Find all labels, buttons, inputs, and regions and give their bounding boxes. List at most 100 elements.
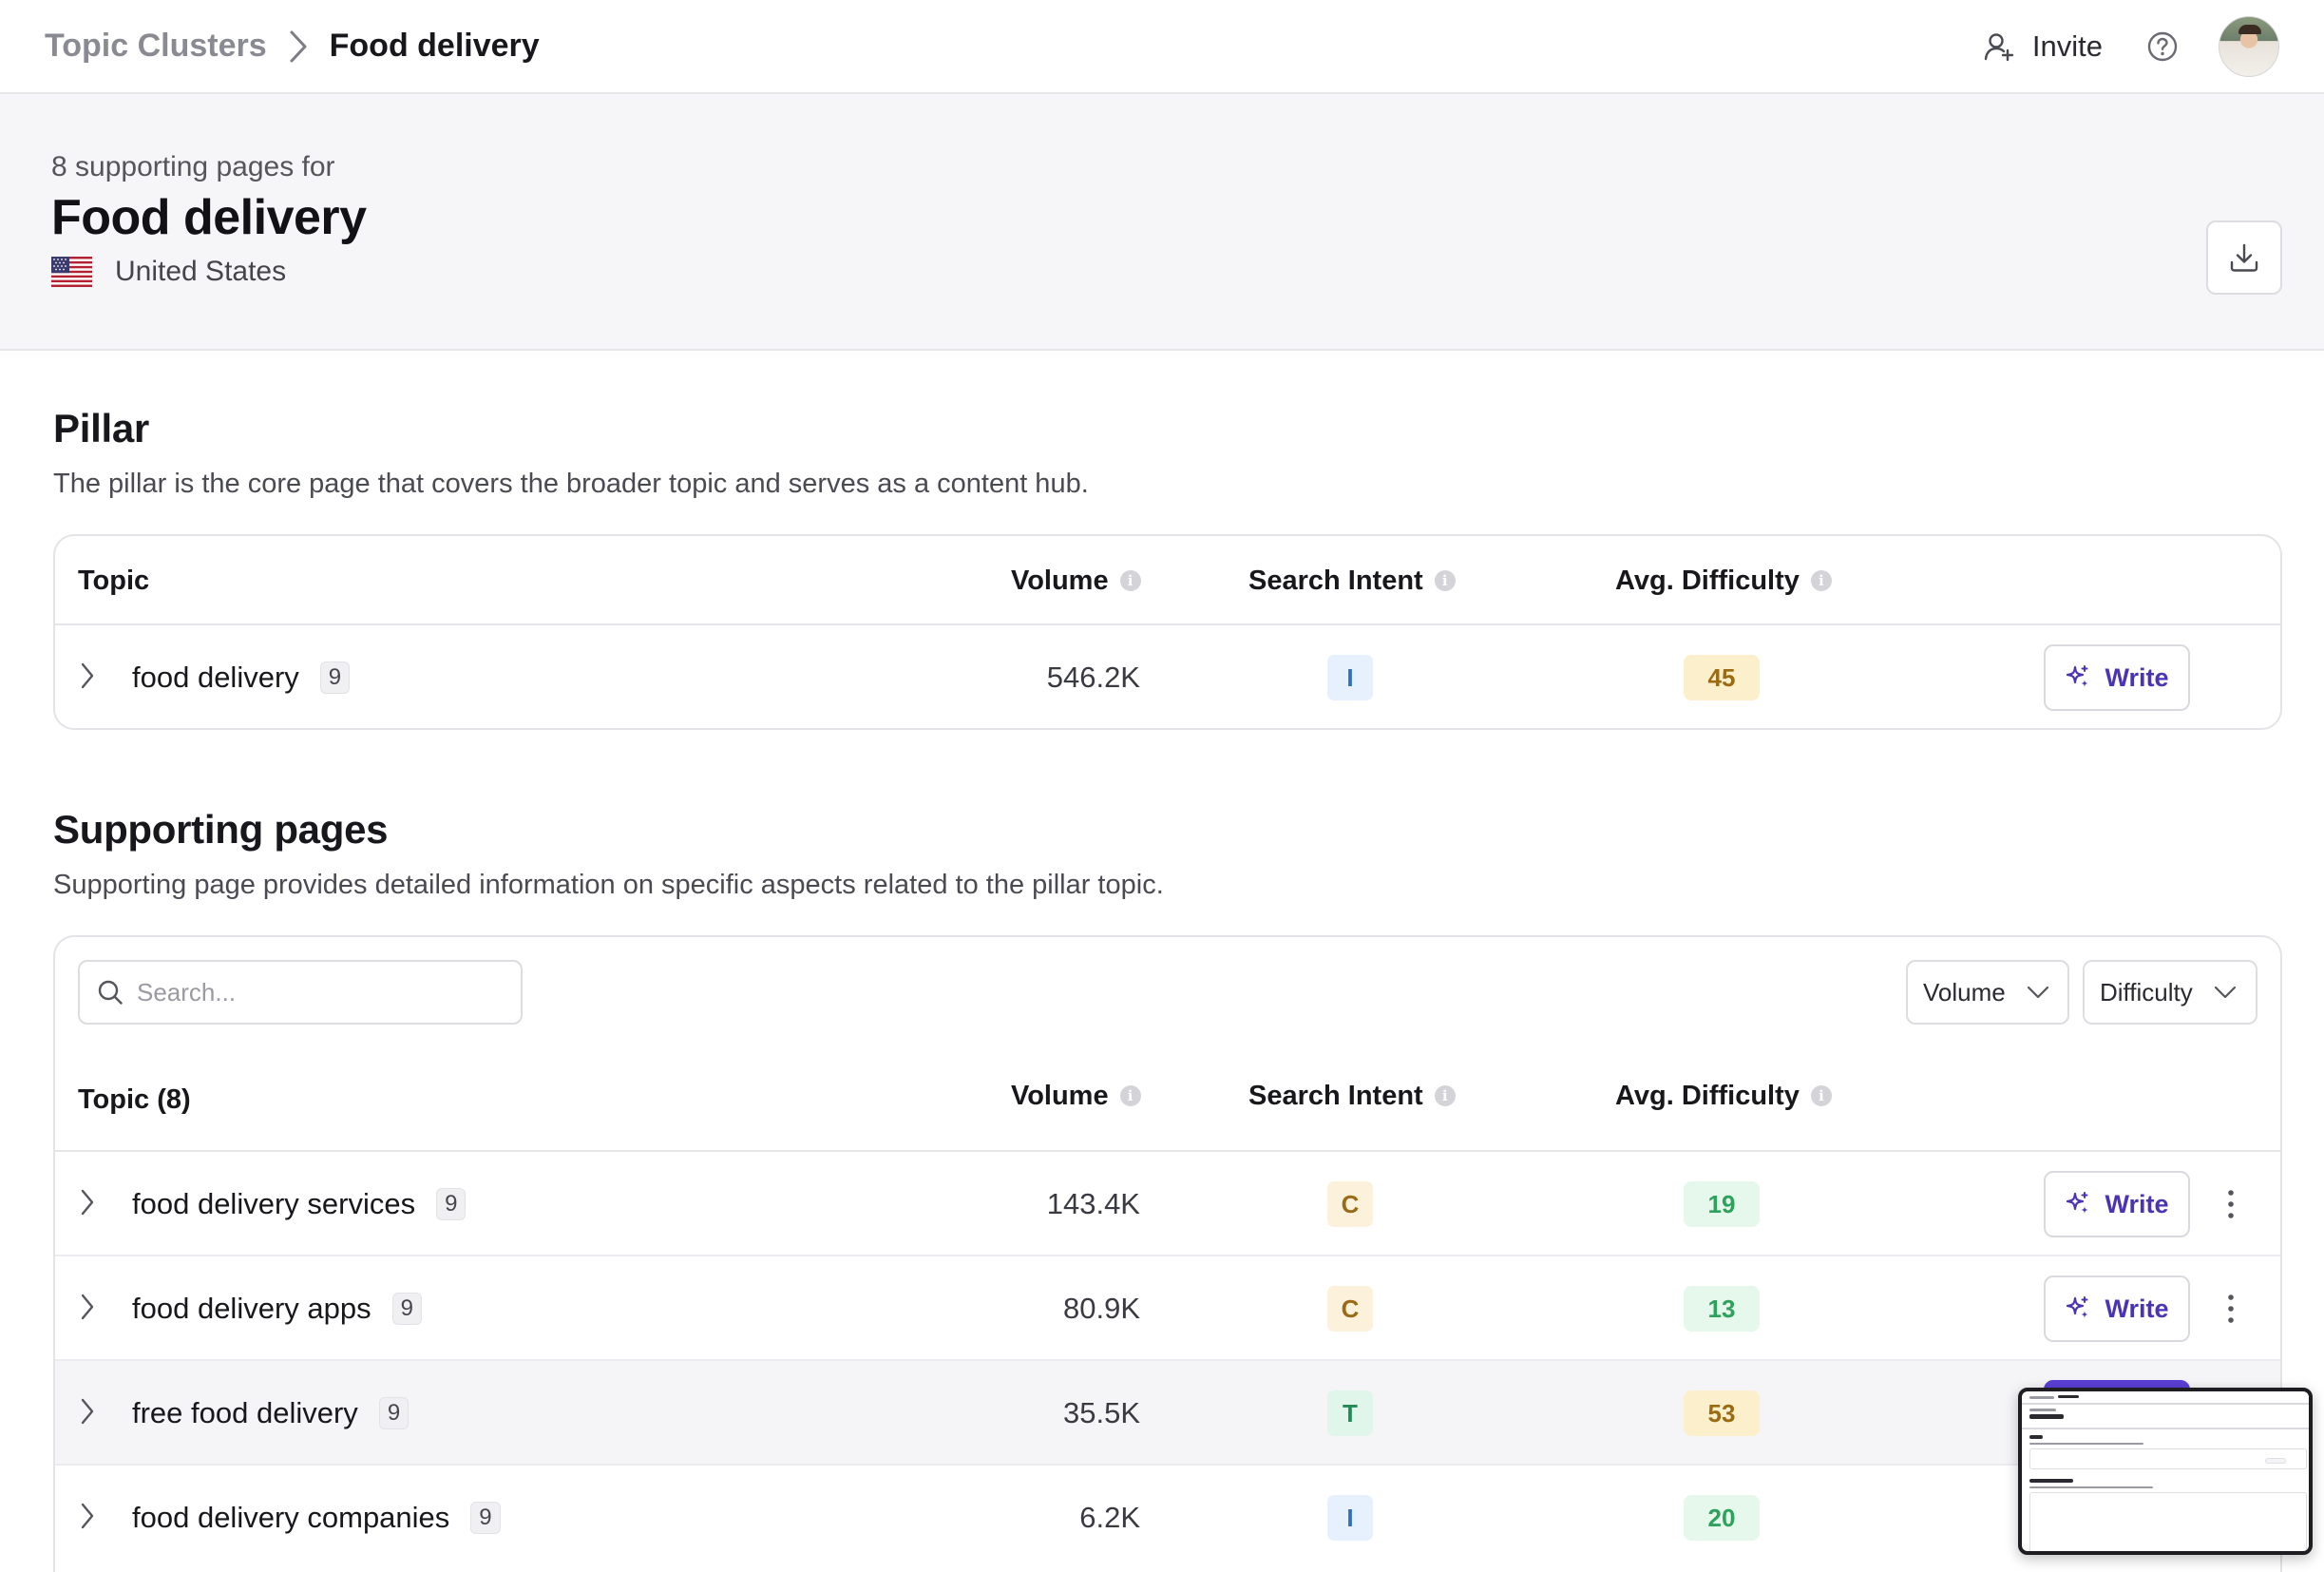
column-topic: Topic (8) [78,1083,191,1115]
write-button[interactable]: Write [2044,644,2190,711]
search-intent-badge: C [1327,1181,1373,1227]
sparkle-icon [2065,1295,2091,1322]
download-icon [2228,241,2260,274]
country-name: United States [115,256,287,287]
column-avg-difficulty[interactable]: Avg. Difficulty i [1615,1051,1832,1141]
difficulty-badge: 45 [1684,655,1760,700]
info-icon[interactable]: i [1119,570,1141,591]
table-row[interactable]: free food delivery935.5KT53Write [55,1361,2280,1466]
topic-cell: food delivery apps 9 [132,1256,422,1361]
table-row[interactable]: food delivery companies96.2KI20Write [55,1466,2280,1570]
topic-name: food delivery services [132,1187,416,1220]
table-row[interactable]: food delivery 9 546.2K I 45 Write [55,625,2280,728]
write-label: Write [2105,662,2169,692]
topic-name: food delivery [132,661,299,694]
topic-cell: food delivery services 9 [132,1152,467,1256]
table-row[interactable]: food delivery apps 9 80.9K C 13 Write [55,1256,2280,1361]
top-actions: Invite [1983,15,2279,77]
breadcrumb-parent[interactable]: Topic Clusters [45,28,267,65]
chevron-down-icon [2027,986,2049,999]
question-circle-icon [2146,30,2179,63]
volume-filter-label: Volume [1923,977,2006,1006]
help-button[interactable] [2146,30,2179,63]
column-avg-difficulty[interactable]: Avg. Difficulty i [1615,536,1832,625]
table-row[interactable]: food delivery services 9 143.4K C 19 Write [55,1152,2280,1256]
supporting-rows: food delivery services 9 143.4K C 19 Write foo… [55,1152,2280,1570]
pillar-description: The pillar is the core page that covers … [53,469,1089,499]
search-intent-badge: I [1327,655,1373,700]
write-button[interactable]: Write [2044,1171,2190,1237]
supporting-table: Volume Difficulty Topic (8) Volumei Sear… [53,935,2282,1572]
chevron-down-icon [2214,986,2237,999]
volume-value: 546.2K [1046,661,1140,694]
page-title: Food delivery [51,190,367,245]
topic-name: free food delivery [132,1396,358,1429]
chevron-right-icon[interactable] [80,661,95,690]
info-icon[interactable]: i [1434,570,1456,591]
volume-value: 143.4K [1046,1187,1140,1220]
search-intent-badge: T [1327,1390,1373,1436]
difficulty-badge: 20 [1684,1495,1760,1541]
search-icon [97,979,124,1006]
supporting-title: Supporting pages [53,807,389,852]
keyword-count-badge: 9 [470,1502,501,1534]
avatar[interactable] [2219,15,2279,77]
sparkle-icon [2065,1191,2091,1217]
search-field[interactable] [78,960,523,1025]
invite-button[interactable]: Invite [1983,29,2103,64]
write-button[interactable]: Write [2044,1275,2190,1342]
download-button[interactable] [2206,220,2282,295]
sparkle-icon [2065,664,2091,691]
filter-bar: Volume Difficulty [55,937,2280,1064]
chevron-right-icon[interactable] [80,1502,95,1530]
search-intent-badge: C [1327,1286,1373,1332]
breadcrumb-current: Food delivery [329,28,540,64]
column-volume[interactable]: Volume i [1011,536,1141,625]
info-icon[interactable]: i [1119,1085,1141,1106]
column-volume[interactable]: Volume i [1011,1051,1141,1141]
chevron-right-icon[interactable] [80,1293,95,1321]
search-input[interactable] [137,977,498,1007]
supporting-description: Supporting page provides detailed inform… [53,870,1164,900]
write-label: Write [2105,1294,2169,1323]
keyword-count-badge: 9 [378,1397,410,1429]
write-label: Write [2105,1189,2169,1218]
kebab-icon[interactable] [2226,1188,2236,1220]
table-header: Topic Volume i Search Intent i Avg. Diffic… [55,536,2280,625]
volume-value: 80.9K [1062,1292,1140,1325]
table-header: Topic (8) Volume i Search Intent i Avg. Di… [55,1064,2280,1152]
search-intent-badge: I [1327,1495,1373,1541]
keyword-count-badge: 9 [436,1188,467,1220]
column-topic: Topic [78,565,150,596]
page-subtitle: 8 supporting pages for [51,151,335,182]
difficulty-badge: 19 [1684,1181,1760,1227]
volume-filter-select[interactable]: Volume [1906,960,2069,1025]
top-bar: Topic Clusters Food delivery Invite [0,0,2324,94]
info-icon[interactable]: i [1810,570,1832,591]
pillar-rows: food delivery 9 546.2K I 45 Write [55,625,2280,728]
user-plus-icon [1983,30,2015,63]
pillar-title: Pillar [53,406,149,451]
screenshot-preview-thumbnail[interactable] [2018,1388,2313,1555]
difficulty-filter-select[interactable]: Difficulty [2083,960,2257,1025]
keyword-count-badge: 9 [391,1293,422,1325]
volume-value: 6.2K [1079,1501,1140,1534]
kebab-icon[interactable] [2226,1293,2236,1325]
volume-value: 35.5K [1062,1396,1140,1429]
column-search-intent[interactable]: Search Intent i [1248,1051,1456,1141]
invite-label: Invite [2031,29,2103,63]
topic-name: food delivery apps [132,1292,371,1325]
difficulty-badge: 53 [1684,1390,1760,1436]
pillar-table: Topic Volume i Search Intent i Avg. Diffic… [53,534,2282,730]
chevron-right-icon[interactable] [80,1188,95,1217]
page-header: 8 supporting pages for Food delivery Uni… [0,94,2324,351]
info-icon[interactable]: i [1810,1085,1832,1106]
topic-name: food delivery companies [132,1501,450,1534]
chevron-right-icon [288,29,309,64]
chevron-right-icon[interactable] [80,1397,95,1426]
keyword-count-badge: 9 [319,661,351,694]
country: United States [51,256,286,288]
column-search-intent[interactable]: Search Intent i [1248,536,1456,625]
topic-cell: food delivery 9 [132,625,351,728]
info-icon[interactable]: i [1434,1085,1456,1106]
